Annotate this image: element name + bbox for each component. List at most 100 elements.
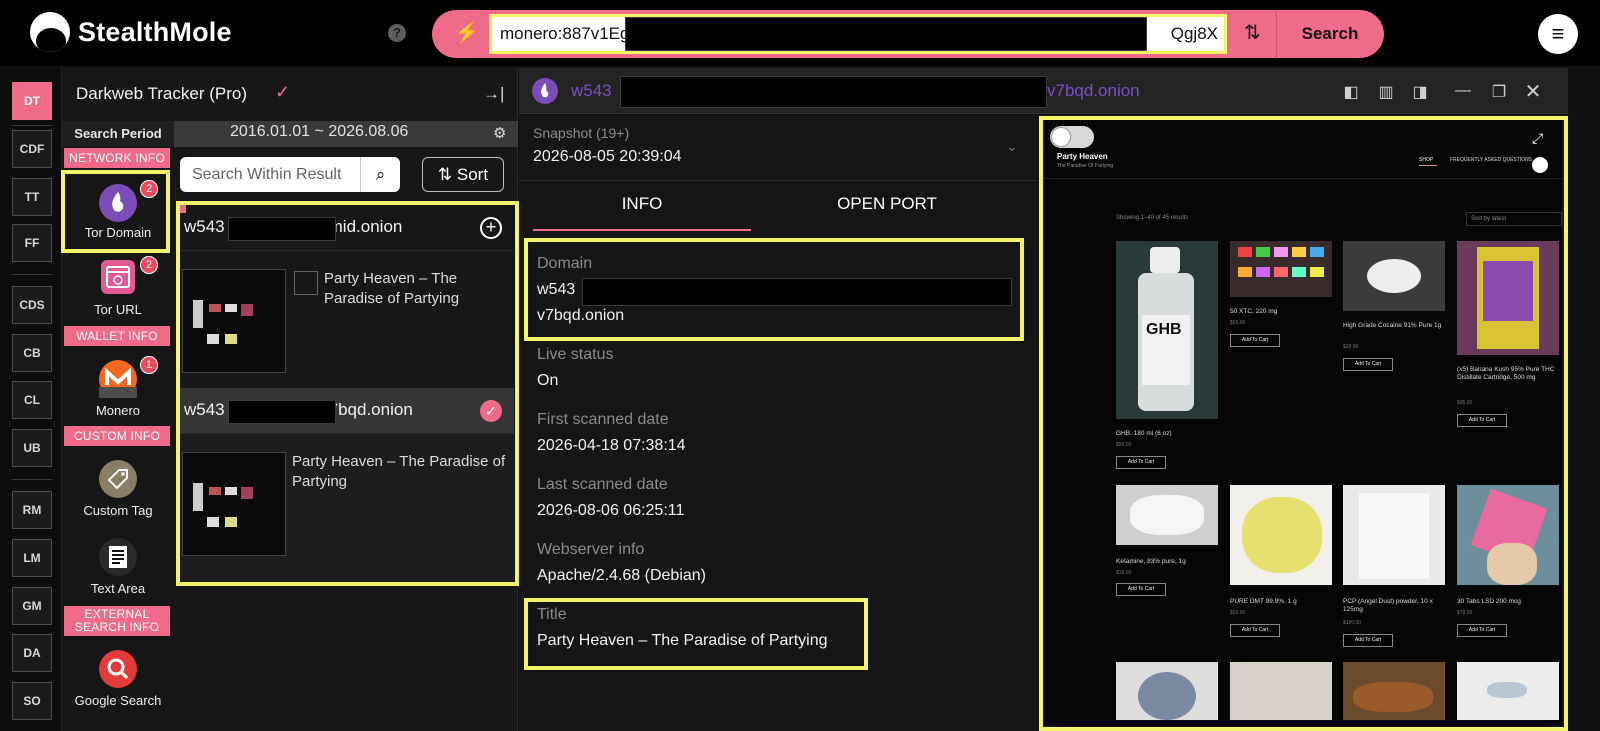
select-checkbox[interactable] xyxy=(294,271,318,295)
add-circle-icon[interactable]: + xyxy=(480,217,502,239)
rail-gm-button[interactable]: GM xyxy=(12,587,52,625)
category-google-search[interactable]: Google Search xyxy=(62,640,174,710)
restore-icon[interactable]: ❐ xyxy=(1488,82,1510,101)
result-thumbnail[interactable] xyxy=(182,452,286,556)
sliders-icon[interactable]: ⇅ xyxy=(1244,20,1261,45)
close-icon[interactable]: ✕ xyxy=(1522,79,1544,103)
rail-lm-button[interactable]: LM xyxy=(12,539,52,577)
sort-label: Sort xyxy=(456,165,489,184)
first-scanned-value: 2026-04-18 07:38:14 xyxy=(537,437,686,454)
search-period-range[interactable]: 2016.01.01 ~ 2026.08.06 xyxy=(230,123,408,141)
product-image xyxy=(1457,241,1559,355)
site-result-count: Showing 1–40 of 45 results xyxy=(1116,215,1189,221)
add-to-cart-button: Add To Cart xyxy=(1116,456,1166,469)
rail-so-button[interactable]: SO xyxy=(12,682,52,720)
result-title: Party Heaven – The Paradise of Partying xyxy=(324,270,460,307)
divider xyxy=(12,479,52,480)
tor-onion-icon xyxy=(532,78,558,104)
site-sort-select: Sort by latest xyxy=(1466,212,1562,226)
product-name: 30 Tabs LSD 200 mcg xyxy=(1457,598,1521,605)
webserver-label: Webserver info xyxy=(537,541,645,558)
sort-button[interactable]: ⇅ Sort xyxy=(422,157,504,192)
category-text-area[interactable]: Text Area xyxy=(62,528,174,598)
title-value: Party Heaven – The Paradise of Partying xyxy=(537,632,828,649)
domain-value-start: w543 xyxy=(537,281,576,298)
help-icon[interactable]: ? xyxy=(388,24,406,42)
rail-cds-button[interactable]: CDS xyxy=(12,286,52,324)
tab-info[interactable]: INFO xyxy=(533,194,751,232)
site-nav-shop: SHOP xyxy=(1419,157,1434,163)
search-icon[interactable]: ⌕ xyxy=(360,157,400,192)
category-custom-tag[interactable]: Custom Tag xyxy=(62,450,174,520)
period-settings-icon[interactable]: ⚙ xyxy=(493,124,506,142)
rail-cdf-button[interactable]: CDF xyxy=(12,130,52,168)
rail-dt-button[interactable]: DT xyxy=(12,82,52,120)
rail-cl-button[interactable]: CL xyxy=(12,381,52,419)
chevron-down-icon[interactable]: ⌄ xyxy=(1006,138,1018,155)
site-subtitle: The Paradise Of Partying xyxy=(1057,163,1114,169)
minimize-icon[interactable]: — xyxy=(1452,82,1474,100)
collapse-panel-icon[interactable]: →| xyxy=(483,84,504,104)
tor-url-label: Tor URL xyxy=(94,302,142,317)
custom-info-header: CUSTOM INFO xyxy=(64,426,170,446)
product-image xyxy=(1230,662,1332,720)
rail-da-button[interactable]: DA xyxy=(12,634,52,672)
split-left-icon[interactable]: ◧ xyxy=(1340,82,1362,101)
redaction-box xyxy=(582,278,1012,306)
fullscreen-icon[interactable]: ⤢ xyxy=(1532,130,1543,147)
logo[interactable]: StealthMole xyxy=(30,12,232,52)
tor-onion-icon xyxy=(99,184,137,222)
live-status-label: Live status xyxy=(537,346,614,363)
count-badge: 2 xyxy=(140,180,158,198)
monero-label: Monero xyxy=(95,403,141,418)
rail-tt-button[interactable]: TT xyxy=(12,178,52,216)
product-price: $55.00 xyxy=(1230,320,1246,326)
webserver-value: Apache/2.4.68 (Debian) xyxy=(537,567,706,584)
search-button[interactable]: Search xyxy=(1276,10,1384,58)
count-badge: 2 xyxy=(140,256,158,274)
tool-rail: DT CDF TT FF CDS CB CL UB RM LM GM DA SO xyxy=(0,68,62,731)
toggle-knob xyxy=(1052,128,1070,146)
rail-cb-button[interactable]: CB xyxy=(12,334,52,372)
split-right-icon[interactable]: ◨ xyxy=(1409,82,1431,101)
redaction-box xyxy=(625,17,1147,51)
category-tor-domain[interactable]: 2 Tor Domain xyxy=(62,172,174,242)
count-badge: 1 xyxy=(140,356,158,374)
category-tor-url[interactable]: 2 Tor URL xyxy=(62,248,174,322)
redaction-box xyxy=(228,400,336,424)
product-name: 50 XTC, 220 mg xyxy=(1230,308,1278,315)
search-within-input[interactable]: Search Within Result xyxy=(180,157,360,192)
custom-tag-label: Custom Tag xyxy=(83,503,153,518)
lightning-icon[interactable]: ⚡ xyxy=(452,18,482,48)
product-image xyxy=(1457,662,1559,720)
site-nav-underline xyxy=(1419,165,1437,166)
category-monero[interactable]: 1 Monero xyxy=(62,350,174,420)
active-tab-indicator xyxy=(533,229,751,231)
product-image xyxy=(1116,662,1218,720)
tab-open-port[interactable]: OPEN PORT xyxy=(772,194,1002,232)
rail-rm-button[interactable]: RM xyxy=(12,491,52,529)
hamburger-menu-icon[interactable]: ≡ xyxy=(1538,14,1578,54)
rail-ub-button[interactable]: UB xyxy=(12,429,52,467)
selected-check-icon[interactable]: ✓ xyxy=(480,400,502,422)
product-name: PURE DMT 99.9%, 1 g xyxy=(1230,598,1297,605)
rail-ff-button[interactable]: FF xyxy=(12,224,52,262)
split-center-icon[interactable]: ▥ xyxy=(1375,82,1397,101)
panel-title: Darkweb Tracker (Pro) xyxy=(76,84,247,103)
result-thumbnail[interactable] xyxy=(182,269,286,373)
product-name: PCP (Angel Dust) powder, 10 x 125mg xyxy=(1343,598,1433,613)
site-title: Party Heaven xyxy=(1057,152,1108,161)
product-price: $55.00 xyxy=(1230,610,1246,616)
add-to-cart-button: Add To Cart xyxy=(1116,583,1166,596)
query-start: monero:887v1Eg xyxy=(500,24,630,43)
product-name: GHB, 180 ml (6 oz) xyxy=(1116,430,1172,437)
add-to-cart-button: Add To Cart xyxy=(1230,334,1280,347)
add-to-cart-button: Add To Cart xyxy=(1230,624,1280,637)
domain-label: Domain xyxy=(537,255,593,272)
divider xyxy=(519,180,1037,181)
last-scanned-label: Last scanned date xyxy=(537,476,668,493)
title-label: Title xyxy=(537,606,567,623)
snapshot-date[interactable]: 2026-08-05 20:39:04 xyxy=(533,148,682,166)
monero-icon xyxy=(99,360,137,398)
domain-value-end: v7bqd.onion xyxy=(537,307,625,324)
